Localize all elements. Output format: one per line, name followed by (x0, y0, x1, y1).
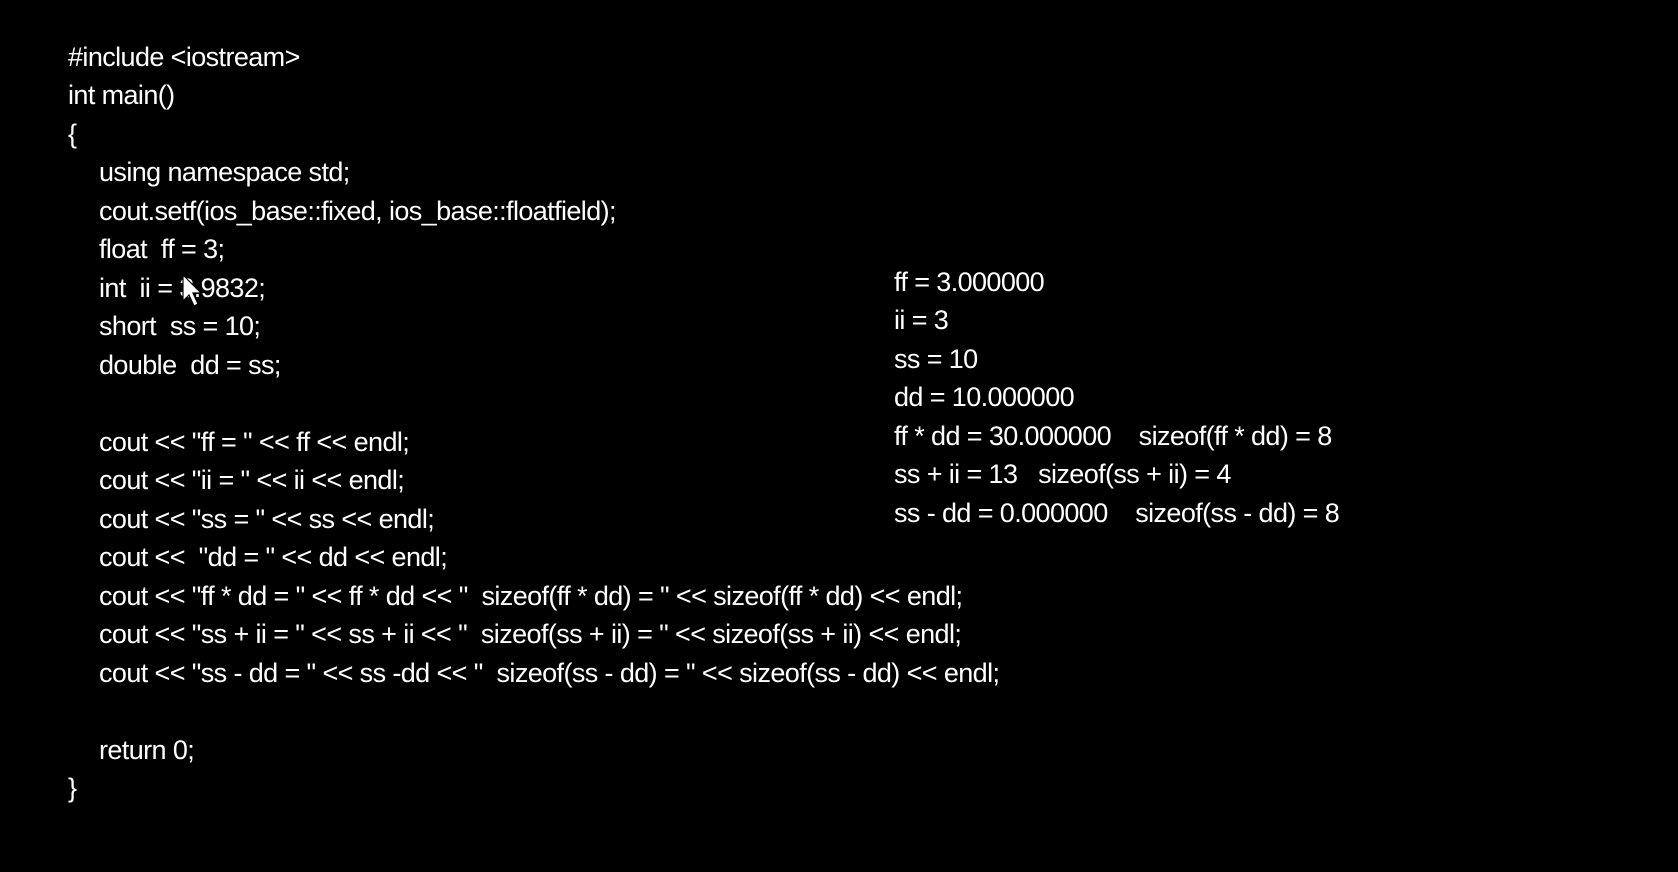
code-line-short: short ss = 10; (99, 311, 261, 341)
output-line-ss-ii: ss + ii = 13 sizeof(ss + ii) = 4 (894, 459, 1231, 489)
code-line-include: #include <iostream> (68, 42, 300, 72)
code-line-cout-ff: cout << "ff = " << ff << endl; (99, 427, 410, 457)
code-line-cout-ii: cout << "ii = " << ii << endl; (99, 465, 405, 495)
code-line-cout-ff-dd: cout << "ff * dd = " << ff * dd << " siz… (99, 581, 963, 611)
code-line-float: float ff = 3; (99, 234, 225, 264)
output-line-dd: dd = 10.000000 (894, 382, 1075, 412)
program-output: ff = 3.000000 ii = 3 ss = 10 dd = 10.000… (894, 265, 1454, 565)
code-line-open-brace: { (68, 119, 77, 149)
code-line-double: double dd = ss; (99, 350, 281, 380)
code-line-setf: cout.setf(ios_base::fixed, ios_base::flo… (99, 196, 617, 226)
code-line-cout-dd: cout << "dd = " << dd << endl; (99, 542, 448, 572)
code-line-main: int main() (68, 80, 175, 110)
output-line-ss: ss = 10 (894, 344, 978, 374)
output-line-ii: ii = 3 (894, 305, 949, 335)
output-line-ss-dd: ss - dd = 0.000000 sizeof(ss - dd) = 8 (894, 498, 1340, 528)
output-line-ff-dd: ff * dd = 30.000000 sizeof(ff * dd) = 8 (894, 421, 1332, 451)
code-line-cout-ss: cout << "ss = " << ss << endl; (99, 504, 435, 534)
output-line-ff: ff = 3.000000 (894, 267, 1045, 297)
code-line-return: return 0; (99, 735, 195, 765)
mouse-pointer-icon (182, 274, 203, 307)
code-line-cout-ss-ii: cout << "ss + ii = " << ss + ii << " siz… (99, 619, 962, 649)
code-line-using: using namespace std; (99, 157, 350, 187)
code-line-close-brace: } (68, 773, 77, 803)
code-line-cout-ss-dd: cout << "ss - dd = " << ss -dd << " size… (99, 658, 1000, 688)
